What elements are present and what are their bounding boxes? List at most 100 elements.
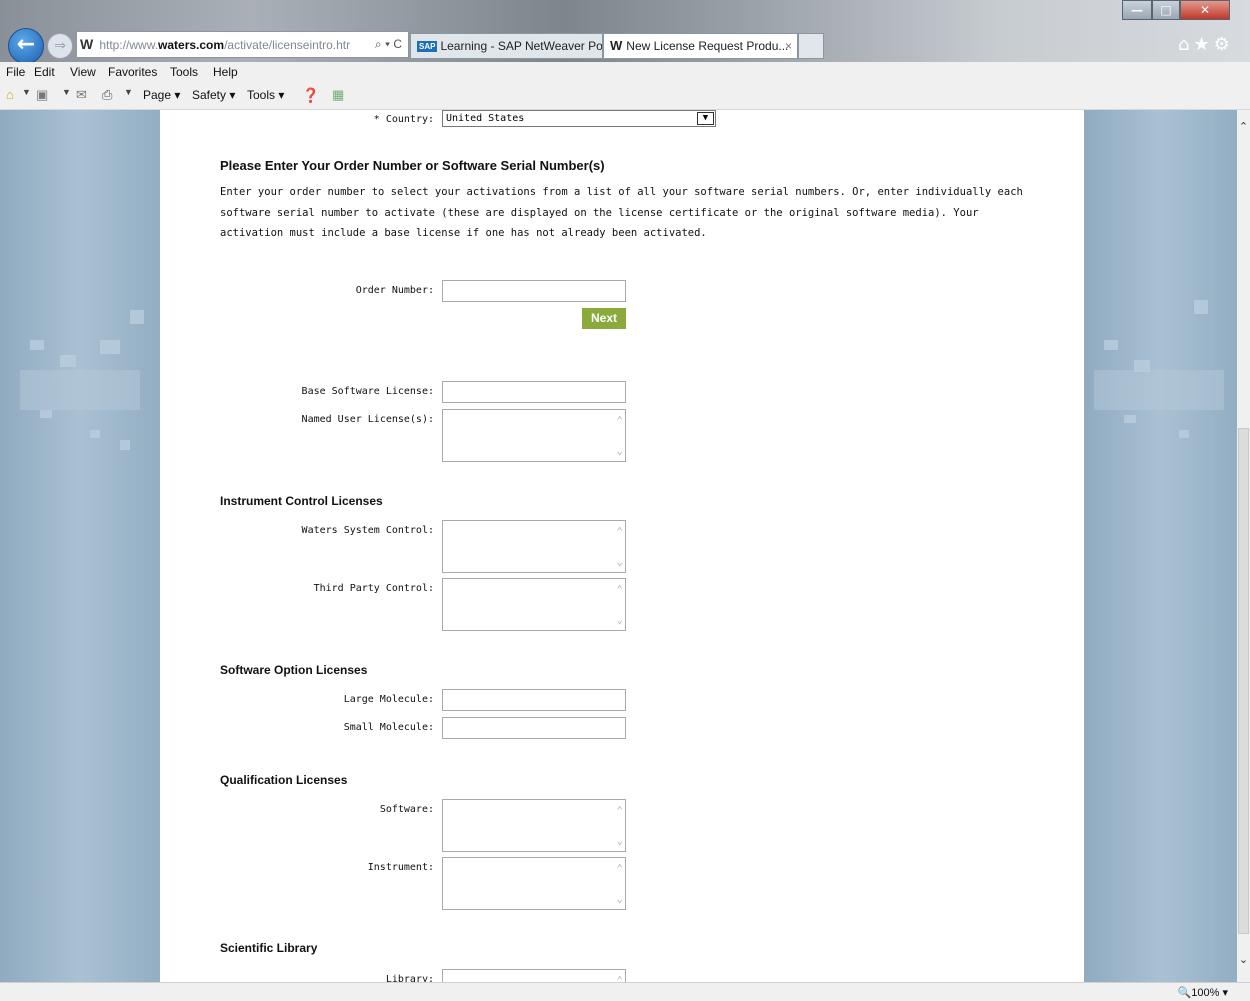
scroll-up-icon: ⌃ xyxy=(616,414,623,427)
software-textarea[interactable]: ⌃ ⌄ xyxy=(442,799,626,852)
feeds-icon[interactable]: ▣ xyxy=(36,87,48,103)
tab-new-license-request[interactable]: W New License Request Produ... × xyxy=(603,33,798,59)
dropdown-arrow-icon[interactable]: ▼ xyxy=(22,87,31,97)
window-controls: — □ ✕ xyxy=(1122,0,1242,22)
toolbar-icons: ⌂★⚙ xyxy=(1178,34,1248,55)
address-bar[interactable]: W http://www.waters.com/activate/license… xyxy=(76,31,409,58)
settings-gear-icon[interactable]: ⚙ xyxy=(1214,34,1234,55)
country-select[interactable]: United States ▼ xyxy=(442,110,716,127)
base-license-input[interactable] xyxy=(442,381,626,403)
home-icon[interactable]: ⌂ xyxy=(1178,34,1193,55)
menu-help[interactable]: Help xyxy=(213,65,238,79)
software-option-heading: Software Option Licenses xyxy=(220,663,368,677)
named-user-textarea[interactable]: ⌃ ⌄ xyxy=(442,409,626,462)
library-textarea[interactable]: ⌃ xyxy=(442,969,626,982)
right-background xyxy=(1084,110,1237,982)
large-molecule-label: Large Molecule: xyxy=(343,694,434,705)
menu-view[interactable]: View xyxy=(70,65,96,79)
next-button[interactable]: Next xyxy=(582,308,626,329)
qualification-heading: Qualification Licenses xyxy=(220,773,348,787)
page-viewport: * Country: United States ▼ Please Enter … xyxy=(0,110,1237,982)
scroll-up-icon: ⌃ xyxy=(616,583,623,596)
zoom-control[interactable]: 🔍100% ▾ xyxy=(1178,986,1228,999)
minimize-button[interactable]: — xyxy=(1122,0,1152,20)
scroll-down-arrow-icon[interactable]: ⌄ xyxy=(1237,953,1250,966)
home-icon[interactable]: ⌂ xyxy=(6,87,14,102)
sap-favicon-icon: SAP xyxy=(417,41,438,53)
scroll-up-icon: ⌃ xyxy=(616,525,623,538)
print-icon[interactable]: ⎙ xyxy=(102,87,112,103)
order-number-input[interactable] xyxy=(442,280,626,302)
url-path: /activate/licenseintro.htr xyxy=(224,38,351,52)
research-icon[interactable]: ▦ xyxy=(332,87,344,103)
close-window-button[interactable]: ✕ xyxy=(1180,0,1230,20)
instrument-textarea[interactable]: ⌃ ⌄ xyxy=(442,857,626,910)
instrument-label: Instrument: xyxy=(367,862,434,873)
software-label: Software: xyxy=(379,804,434,815)
tab-label: New License Request Produ... xyxy=(626,39,789,53)
small-molecule-input[interactable] xyxy=(442,717,626,739)
url-domain: waters.com xyxy=(158,38,225,52)
status-bar: 🔍100% ▾ xyxy=(0,982,1250,1001)
tab-label: Learning - SAP NetWeaver Por... xyxy=(440,39,603,53)
vertical-scrollbar[interactable]: ⌃ ⌄ xyxy=(1237,110,1250,982)
tools-menu[interactable]: Tools ▾ xyxy=(247,88,284,102)
command-bar: ⌂ ▼ ▣ ▼ ✉ ⎙ ▼ Page ▾ Safety ▾ Tools ▾ ❓ … xyxy=(0,82,1250,110)
country-label: * Country: xyxy=(373,114,434,125)
site-favicon-icon: W xyxy=(80,36,94,52)
instructions-text: Enter your order number to select your a… xyxy=(220,186,1023,239)
waters-favicon-icon: W xyxy=(610,38,623,53)
zoom-icon: 🔍 xyxy=(1177,987,1192,999)
order-heading: Please Enter Your Order Number or Softwa… xyxy=(220,158,605,173)
order-number-label: Order Number: xyxy=(355,285,434,296)
form-content: * Country: United States ▼ Please Enter … xyxy=(160,110,1084,982)
forward-arrow-icon: ⇒ xyxy=(54,38,66,54)
base-license-label: Base Software License: xyxy=(301,386,434,397)
url-prefix: http://www. xyxy=(99,38,159,52)
tab-sap-learning[interactable]: SAP Learning - SAP NetWeaver Por... xyxy=(410,33,603,59)
scroll-down-icon: ⌄ xyxy=(616,444,623,457)
favorites-star-icon[interactable]: ★ xyxy=(1193,34,1213,55)
scroll-down-icon: ⌄ xyxy=(616,613,623,626)
scroll-up-icon: ⌃ xyxy=(616,974,623,982)
forward-button[interactable]: ⇒ xyxy=(47,33,73,59)
zoom-level: 100% xyxy=(1191,987,1220,999)
mail-icon[interactable]: ✉ xyxy=(76,87,87,103)
dropdown-arrow-icon[interactable]: ▼ xyxy=(62,87,71,97)
dropdown-arrow-icon[interactable]: ▼ xyxy=(124,87,133,97)
third-party-label: Third Party Control: xyxy=(313,583,434,594)
small-molecule-label: Small Molecule: xyxy=(343,722,434,733)
scroll-up-icon: ⌃ xyxy=(616,804,623,817)
menu-file[interactable]: File xyxy=(6,65,25,79)
scroll-down-icon: ⌄ xyxy=(616,555,623,568)
back-button[interactable]: ← xyxy=(8,28,44,64)
back-arrow-icon: ← xyxy=(16,32,36,57)
instrument-heading: Instrument Control Licenses xyxy=(220,494,383,508)
library-label: Library: xyxy=(385,974,434,982)
third-party-textarea[interactable]: ⌃ ⌄ xyxy=(442,578,626,631)
safety-menu[interactable]: Safety ▾ xyxy=(192,88,235,102)
scroll-thumb[interactable] xyxy=(1238,428,1249,934)
address-actions[interactable]: ⌕ ▾ C xyxy=(370,32,402,57)
named-user-label: Named User License(s): xyxy=(301,414,434,425)
scroll-down-icon: ⌄ xyxy=(616,834,623,847)
close-tab-icon[interactable]: × xyxy=(785,34,792,58)
chevron-down-icon[interactable]: ▼ xyxy=(697,112,714,125)
menu-tools[interactable]: Tools xyxy=(170,65,198,79)
scroll-up-arrow-icon[interactable]: ⌃ xyxy=(1237,120,1250,133)
large-molecule-input[interactable] xyxy=(442,689,626,711)
help-icon[interactable]: ❓ xyxy=(302,87,319,104)
scroll-down-icon: ⌄ xyxy=(616,892,623,905)
library-heading: Scientific Library xyxy=(220,941,318,955)
country-value: United States xyxy=(446,113,525,124)
maximize-button[interactable]: □ xyxy=(1152,0,1180,20)
scroll-up-icon: ⌃ xyxy=(616,862,623,875)
waters-control-label: Waters System Control: xyxy=(301,525,434,536)
menu-bar: File Edit View Favorites Tools Help xyxy=(0,62,1250,82)
new-tab-button[interactable] xyxy=(798,33,824,59)
waters-control-textarea[interactable]: ⌃ ⌄ xyxy=(442,520,626,573)
menu-favorites[interactable]: Favorites xyxy=(108,65,157,79)
menu-edit[interactable]: Edit xyxy=(34,65,55,79)
page-menu[interactable]: Page ▾ xyxy=(143,88,180,102)
left-background xyxy=(0,110,160,982)
